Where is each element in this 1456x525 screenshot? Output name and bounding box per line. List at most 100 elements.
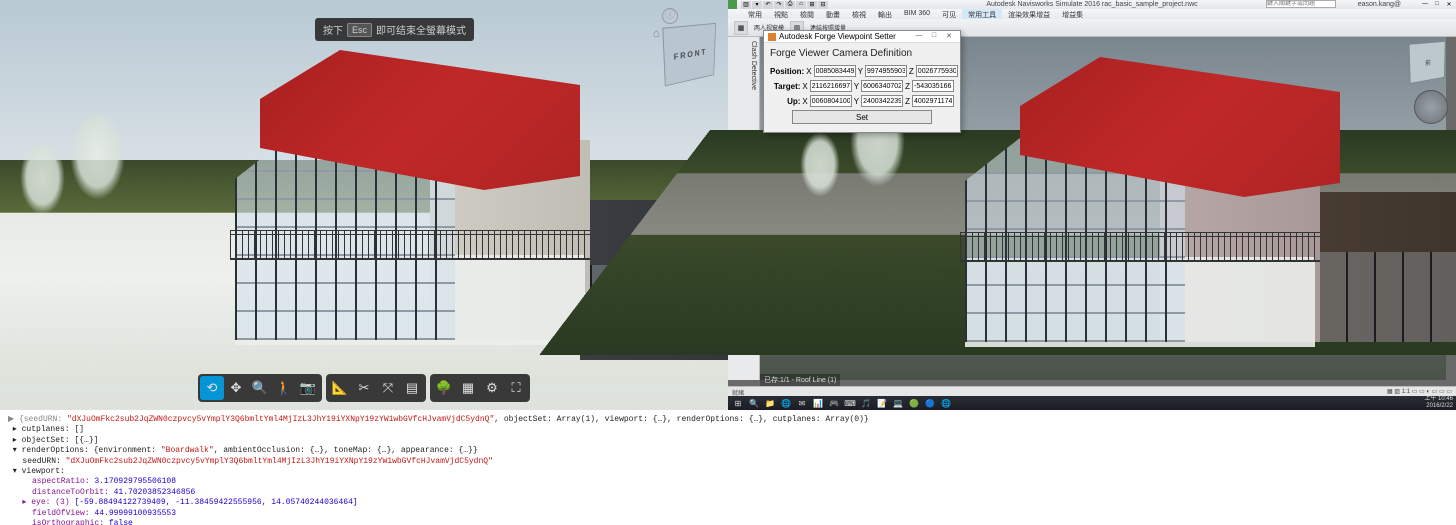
- dialog-maximize-button[interactable]: □: [927, 32, 941, 42]
- taskbar-icon-2[interactable]: 📁: [763, 397, 777, 409]
- qat-button-7[interactable]: ⊟: [818, 1, 828, 9]
- set-button[interactable]: Set: [792, 110, 932, 124]
- taskbar-icon-5[interactable]: 📊: [811, 397, 825, 409]
- settings-button[interactable]: ⚙: [480, 376, 504, 400]
- ribbon-button-1[interactable]: ▦: [734, 21, 748, 35]
- devtools-console[interactable]: ▶ {seedURN: "dXJuOmFkc2sub2JqZWN0czpvcy5…: [0, 410, 1456, 525]
- measure-tool-group: 📐 ✂ ⤧ ▤: [326, 374, 426, 402]
- dialog-close-button[interactable]: ✕: [942, 32, 956, 42]
- minimize-button[interactable]: —: [1420, 1, 1430, 8]
- y-input[interactable]: [861, 95, 903, 107]
- dialog-titlebar[interactable]: Autodesk Forge Viewpoint Setter — □ ✕: [764, 31, 960, 43]
- fullscreen-button[interactable]: ⛶: [504, 376, 528, 400]
- balcony-railing: [230, 230, 590, 260]
- forge-toolbar: ⟲ ✥ 🔍 🚶 📷 📐 ✂ ⤧ ▤ 🌳 ▦ ⚙ ⛶: [198, 374, 530, 402]
- properties-button[interactable]: ▦: [456, 376, 480, 400]
- taskbar-icon-3[interactable]: 🌐: [779, 397, 793, 409]
- steering-wheel-icon[interactable]: [1414, 90, 1448, 124]
- modelbrowser-button[interactable]: ▤: [400, 376, 424, 400]
- zoom-button[interactable]: 🔍: [248, 376, 272, 400]
- ribbon-tab[interactable]: 視點: [768, 9, 794, 19]
- camera-definition-dialog[interactable]: Autodesk Forge Viewpoint Setter — □ ✕ Fo…: [763, 30, 961, 133]
- hint-text-suffix: 即可结束全螢幕模式: [376, 22, 466, 37]
- z-input[interactable]: [916, 65, 958, 77]
- ribbon-tab[interactable]: 輸出: [872, 9, 898, 19]
- pan-button[interactable]: ✥: [224, 376, 248, 400]
- viewcube[interactable]: FRONT: [662, 25, 720, 83]
- status-bar: 就緒 ▦ ▥ 1:1 ▭ ▭ ◐ ▭ ▭ ▭: [728, 386, 1456, 396]
- tree-decoration: [20, 140, 65, 215]
- firstperson-button[interactable]: 🚶: [272, 376, 296, 400]
- ribbon-tab[interactable]: BIM 360: [898, 9, 936, 19]
- taskbar-icon-7[interactable]: ⌨: [843, 397, 857, 409]
- tree-decoration: [800, 132, 840, 197]
- close-button[interactable]: ✕: [1444, 1, 1454, 8]
- section-button[interactable]: ✂: [352, 376, 376, 400]
- status-widgets[interactable]: ▦ ▥ 1:1 ▭ ▭ ◐ ▭ ▭ ▭: [1387, 388, 1452, 395]
- row-label: Target:: [770, 82, 800, 91]
- viewport-status: 已存:1/1 - Roof Line (1): [760, 374, 840, 386]
- z-input[interactable]: [912, 80, 954, 92]
- ribbon-tab[interactable]: 渲染效果增益: [1002, 9, 1056, 19]
- measure-button[interactable]: 📐: [328, 376, 352, 400]
- taskbar-icon-4[interactable]: ✉: [795, 397, 809, 409]
- dialog-minimize-button[interactable]: —: [912, 32, 926, 42]
- taskbar-icon-9[interactable]: 📝: [875, 397, 889, 409]
- app-logo-icon[interactable]: [728, 0, 737, 9]
- dialog-window-controls: — □ ✕: [912, 32, 956, 42]
- taskbar-icon-13[interactable]: 🌐: [939, 397, 953, 409]
- maximize-button[interactable]: □: [1432, 1, 1442, 8]
- qat-button-3[interactable]: ↷: [774, 1, 784, 9]
- titlebar: ▥▾↶↷⎙⌂⊞⊟ Autodesk Navisworks Simulate 20…: [728, 0, 1456, 9]
- taskbar-icon-12[interactable]: 🔵: [923, 397, 937, 409]
- axis-y-label: Y: [854, 97, 859, 106]
- axis-y-label: Y: [858, 67, 863, 76]
- dialog-body: Forge Viewer Camera Definition Position:…: [764, 43, 960, 132]
- dialog-title-text: Autodesk Forge Viewpoint Setter: [779, 32, 896, 41]
- qat-button-4[interactable]: ⎙: [785, 1, 795, 9]
- viewcube-face-label[interactable]: 前: [1409, 41, 1446, 84]
- ribbon-tab[interactable]: 常用工具: [962, 9, 1002, 19]
- ribbon-tab[interactable]: 增益集: [1056, 9, 1089, 19]
- qat-button-0[interactable]: ▥: [741, 1, 751, 9]
- x-input[interactable]: [810, 95, 852, 107]
- help-search-input[interactable]: [1266, 0, 1336, 8]
- explode-button[interactable]: ⤧: [376, 376, 400, 400]
- taskbar-icon-11[interactable]: 🟢: [907, 397, 921, 409]
- windows-taskbar: ⊞🔍📁🌐✉📊🎮⌨🎵📝💻🟢🔵🌐 上午 10:46 2016/2/22: [728, 396, 1456, 410]
- qat-button-5[interactable]: ⌂: [796, 1, 806, 9]
- z-input[interactable]: [912, 95, 954, 107]
- ribbon-tab[interactable]: 檢閱: [794, 9, 820, 19]
- orbit-button[interactable]: ⟲: [200, 376, 224, 400]
- ribbon-tab[interactable]: 動畫: [820, 9, 846, 19]
- x-input[interactable]: [810, 80, 852, 92]
- taskbar-icon-0[interactable]: ⊞: [731, 397, 745, 409]
- camera-button[interactable]: 📷: [296, 376, 320, 400]
- tree-button[interactable]: 🌳: [432, 376, 456, 400]
- info-icon[interactable]: ⓘ: [662, 8, 678, 24]
- ribbon-tab[interactable]: 檢視: [846, 9, 872, 19]
- y-input[interactable]: [865, 65, 907, 77]
- system-clock[interactable]: 上午 10:46 2016/2/22: [1424, 396, 1453, 410]
- y-input[interactable]: [861, 80, 903, 92]
- taskbar-icon-10[interactable]: 💻: [891, 397, 905, 409]
- ribbon-tabs: 常用視點檢閱動畫檢視輸出BIM 360可见常用工具渲染效果增益增益集: [728, 9, 1456, 19]
- viewcube-face-label[interactable]: FRONT: [662, 23, 716, 87]
- navisworks-viewcube[interactable]: 前: [1408, 42, 1448, 82]
- home-icon[interactable]: ⌂: [653, 26, 660, 40]
- qat-button-1[interactable]: ▾: [752, 1, 762, 9]
- axis-z-label: Z: [905, 82, 910, 91]
- ribbon-tab[interactable]: 可见: [936, 9, 962, 19]
- taskbar-icon-1[interactable]: 🔍: [747, 397, 761, 409]
- dialog-icon: [768, 33, 776, 41]
- quick-access-toolbar: ▥▾↶↷⎙⌂⊞⊟: [741, 1, 828, 9]
- taskbar-icon-6[interactable]: 🎮: [827, 397, 841, 409]
- tree-decoration: [70, 110, 125, 200]
- qat-button-6[interactable]: ⊞: [807, 1, 817, 9]
- user-label[interactable]: eason.kang@: [1358, 1, 1401, 8]
- qat-button-2[interactable]: ↶: [763, 1, 773, 9]
- taskbar-icon-8[interactable]: 🎵: [859, 397, 873, 409]
- nav-tool-group: ⟲ ✥ 🔍 🚶 📷: [198, 374, 322, 402]
- ribbon-tab[interactable]: 常用: [742, 9, 768, 19]
- x-input[interactable]: [814, 65, 856, 77]
